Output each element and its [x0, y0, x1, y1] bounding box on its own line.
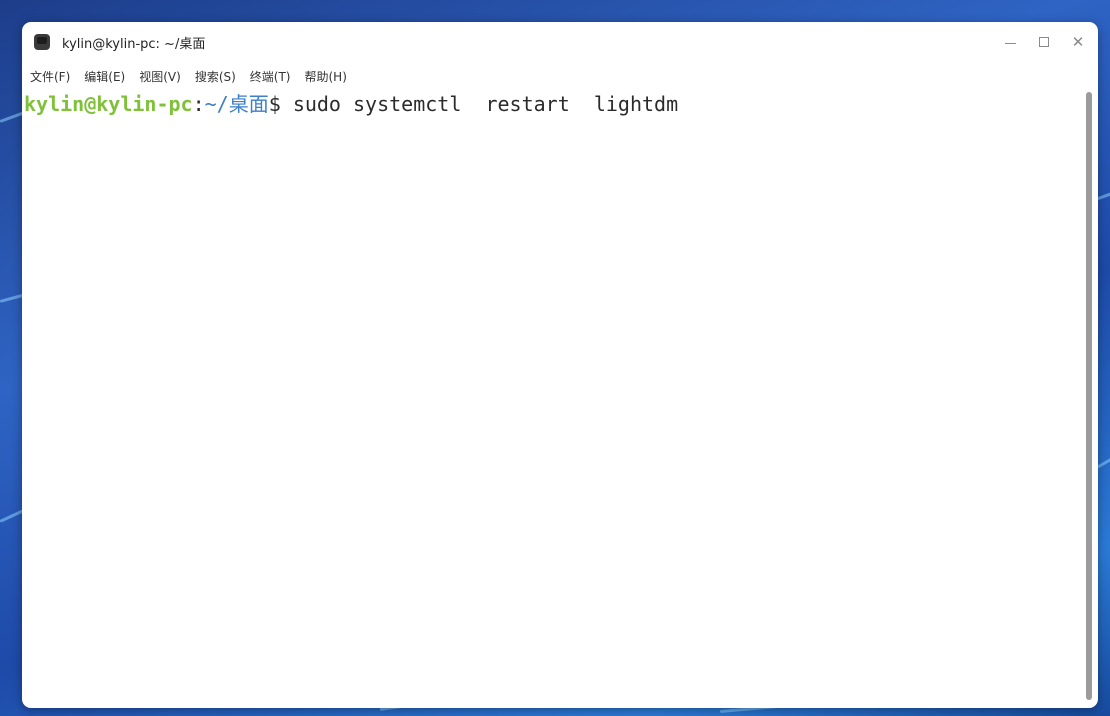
prompt-user: kylin@kylin-pc: [24, 92, 193, 116]
menu-bar: 文件(F) 编辑(E) 视图(V) 搜索(S) 终端(T) 帮助(H): [22, 64, 1098, 88]
scrollbar-thumb[interactable]: [1086, 92, 1092, 700]
close-icon: ✕: [1071, 33, 1085, 51]
terminal-output[interactable]: kylin@kylin-pc:~/桌面$ sudo systemctl rest…: [22, 90, 1086, 708]
menu-terminal[interactable]: 终端(T): [250, 68, 291, 85]
menu-file[interactable]: 文件(F): [30, 68, 70, 85]
menu-edit[interactable]: 编辑(E): [84, 68, 125, 85]
minimize-icon: [1004, 42, 1016, 44]
typed-command: sudo systemctl restart lightdm: [292, 92, 679, 116]
prompt-path: ~/桌面: [204, 92, 269, 116]
menu-view[interactable]: 视图(V): [139, 68, 181, 85]
minimize-button[interactable]: [998, 30, 1022, 54]
close-button[interactable]: ✕: [1066, 30, 1090, 54]
maximize-button[interactable]: [1032, 30, 1056, 54]
terminal-window[interactable]: kylin@kylin-pc: ~/桌面 ✕ 文件(F) 编辑(E) 视图(V)…: [22, 22, 1098, 708]
scrollbar[interactable]: [1086, 92, 1092, 700]
prompt-dollar: $: [268, 92, 293, 116]
menu-search[interactable]: 搜索(S): [195, 68, 236, 85]
title-bar[interactable]: kylin@kylin-pc: ~/桌面 ✕: [22, 22, 1098, 62]
terminal-app-icon: [34, 34, 50, 50]
menu-help[interactable]: 帮助(H): [305, 68, 347, 85]
maximize-icon: [1039, 37, 1049, 47]
window-title: kylin@kylin-pc: ~/桌面: [62, 37, 206, 52]
prompt-colon: :: [192, 92, 205, 116]
